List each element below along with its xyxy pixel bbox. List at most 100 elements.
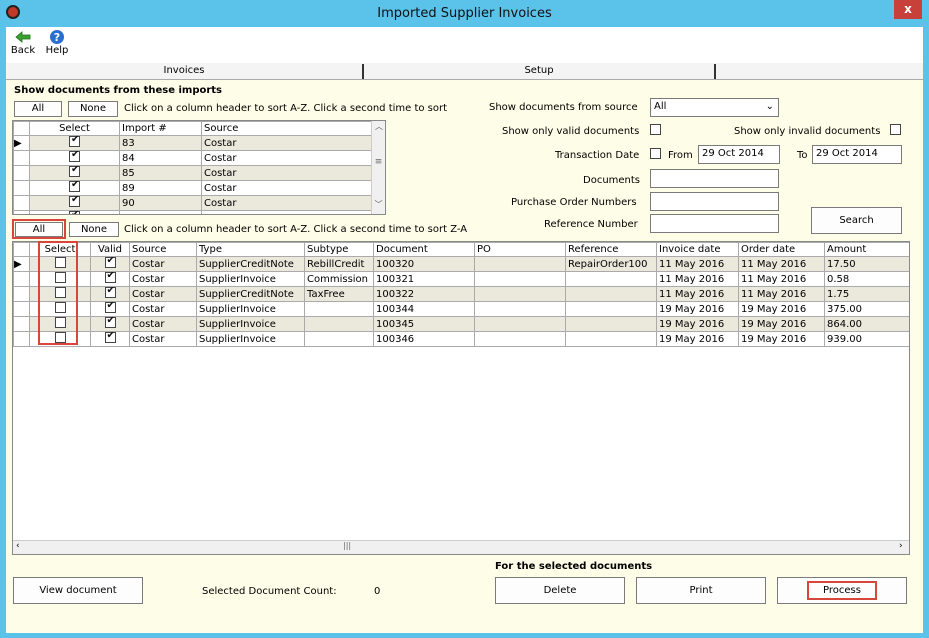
- column-header-reference[interactable]: Reference: [565, 242, 657, 257]
- docs-all-button[interactable]: All: [15, 222, 63, 237]
- column-header-amount[interactable]: Amount: [824, 242, 909, 257]
- document-type: SupplierCreditNote: [196, 286, 305, 302]
- source-dropdown[interactable]: All ⌄: [650, 98, 779, 117]
- help-icon: ?: [50, 30, 64, 44]
- import-select-checkbox[interactable]: [29, 135, 120, 151]
- process-button[interactable]: Process: [777, 577, 907, 604]
- column-header-invoice-date[interactable]: Invoice date: [656, 242, 739, 257]
- document-row[interactable]: CostarSupplierInvoice 100346 19 May 201619…: [13, 331, 909, 347]
- column-header-source[interactable]: Source: [201, 121, 372, 136]
- reference-number-label: Reference Number: [544, 219, 638, 230]
- row-header[interactable]: [13, 331, 30, 347]
- import-row[interactable]: 85Costar: [13, 165, 372, 181]
- from-date-input[interactable]: 29 Oct 2014: [698, 145, 780, 164]
- delete-button[interactable]: Delete: [495, 577, 625, 604]
- import-select-checkbox[interactable]: [29, 180, 120, 196]
- print-button[interactable]: Print: [636, 577, 766, 604]
- help-button[interactable]: ? Help: [40, 27, 74, 63]
- reference-number-input[interactable]: [650, 214, 779, 233]
- document-invoice-date: 19 May 2016: [656, 331, 739, 347]
- to-date-input[interactable]: 29 Oct 2014: [812, 145, 902, 164]
- import-row[interactable]: ▶ 83Costar: [13, 135, 372, 151]
- column-header-document[interactable]: Document: [373, 242, 475, 257]
- column-header-select[interactable]: Select: [29, 121, 120, 136]
- row-header[interactable]: [13, 195, 30, 211]
- scroll-right-icon[interactable]: ›: [899, 541, 903, 551]
- import-number: 83: [119, 135, 202, 151]
- documents-input[interactable]: [650, 169, 779, 188]
- valid-only-checkbox[interactable]: [650, 124, 661, 138]
- document-type: SupplierInvoice: [196, 331, 305, 347]
- row-header[interactable]: [13, 271, 30, 287]
- transaction-date-checkbox[interactable]: [650, 148, 661, 162]
- import-source: Costar: [201, 135, 372, 151]
- scroll-grip-icon[interactable]: |||: [343, 541, 351, 550]
- po-numbers-input[interactable]: [650, 192, 779, 211]
- import-select-checkbox[interactable]: [29, 150, 120, 166]
- document-order-date: 19 May 2016: [738, 331, 825, 347]
- document-invoice-date: 19 May 2016: [656, 316, 739, 332]
- column-header-type[interactable]: Type: [196, 242, 305, 257]
- import-row[interactable]: 89Costar: [13, 180, 372, 196]
- column-header-valid[interactable]: Valid: [90, 242, 130, 257]
- docs-sort-hint: Click on a column header to sort A-Z. Cl…: [124, 224, 468, 235]
- documents-horizontal-scrollbar[interactable]: ‹ ||| ›: [13, 540, 909, 554]
- process-label: Process: [807, 581, 877, 600]
- row-header[interactable]: ▶: [13, 256, 30, 272]
- column-header-subtype[interactable]: Subtype: [304, 242, 374, 257]
- row-header[interactable]: [13, 150, 30, 166]
- document-reference: [565, 301, 657, 317]
- document-row[interactable]: CostarSupplierInvoice 100345 19 May 201619…: [13, 316, 909, 332]
- scroll-up-icon[interactable]: ︿: [372, 121, 385, 132]
- document-row[interactable]: CostarSupplierInvoiceCommission100321 11 …: [13, 271, 909, 287]
- view-document-button[interactable]: View document: [13, 577, 143, 604]
- import-row[interactable]: 91Costar: [13, 210, 372, 214]
- row-header[interactable]: [13, 316, 30, 332]
- scroll-grip-icon[interactable]: ≡: [372, 157, 385, 167]
- row-header[interactable]: [13, 165, 30, 181]
- document-row[interactable]: CostarSupplierInvoice 100344 19 May 201619…: [13, 301, 909, 317]
- imports-vertical-scrollbar[interactable]: ︿ ≡ ﹀: [371, 121, 385, 214]
- document-order-date: 11 May 2016: [738, 256, 825, 272]
- tab-invoices[interactable]: Invoices: [6, 63, 362, 80]
- back-button[interactable]: Back: [8, 27, 38, 63]
- imports-all-button[interactable]: All: [14, 101, 62, 117]
- row-header[interactable]: [13, 210, 30, 214]
- row-header[interactable]: ▶: [13, 135, 30, 151]
- column-header-source[interactable]: Source: [129, 242, 197, 257]
- source-dropdown-value: All: [654, 101, 667, 112]
- document-row[interactable]: ▶ CostarSupplierCreditNoteRebillCredit100…: [13, 256, 909, 272]
- search-button[interactable]: Search: [811, 207, 902, 234]
- import-select-checkbox[interactable]: [29, 210, 120, 214]
- document-amount: 1.75: [824, 286, 909, 302]
- document-reference: [565, 316, 657, 332]
- row-header[interactable]: [13, 286, 30, 302]
- document-valid-checkbox: [90, 301, 130, 317]
- invalid-only-checkbox[interactable]: [890, 124, 901, 138]
- window-title: Imported Supplier Invoices: [377, 6, 552, 21]
- import-select-checkbox[interactable]: [29, 195, 120, 211]
- import-select-checkbox[interactable]: [29, 165, 120, 181]
- imports-none-button[interactable]: None: [68, 101, 118, 117]
- document-type: SupplierCreditNote: [196, 256, 305, 272]
- document-subtype: Commission: [304, 271, 374, 287]
- import-row[interactable]: 84Costar: [13, 150, 372, 166]
- docs-none-button[interactable]: None: [69, 222, 119, 237]
- row-header[interactable]: [13, 301, 30, 317]
- import-source: Costar: [201, 210, 372, 214]
- document-document: 100344: [373, 301, 475, 317]
- document-po: [474, 271, 566, 287]
- column-header-order-date[interactable]: Order date: [738, 242, 825, 257]
- svg-text:?: ?: [54, 31, 60, 44]
- import-row[interactable]: 90Costar: [13, 195, 372, 211]
- tab-setup[interactable]: Setup: [364, 63, 714, 80]
- document-row[interactable]: CostarSupplierCreditNoteTaxFree100322 11 …: [13, 286, 909, 302]
- scroll-down-icon[interactable]: ﹀: [372, 199, 385, 210]
- column-header-import[interactable]: Import #: [119, 121, 202, 136]
- scroll-left-icon[interactable]: ‹: [16, 541, 20, 551]
- close-button[interactable]: x: [894, 0, 922, 19]
- document-order-date: 19 May 2016: [738, 316, 825, 332]
- column-header-po[interactable]: PO: [474, 242, 566, 257]
- row-header[interactable]: [13, 180, 30, 196]
- row-header: [13, 242, 30, 257]
